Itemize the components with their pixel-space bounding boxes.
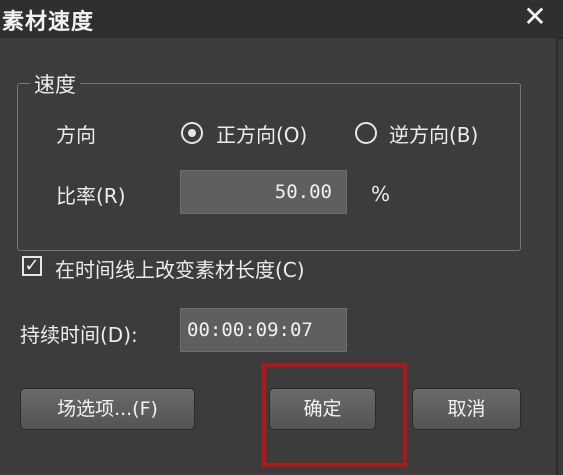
rate-label: 比率(R) [56,184,126,208]
speed-groupbox [17,83,521,251]
duration-label: 持续时间(D): [20,323,138,347]
close-icon[interactable]: ✕ [516,0,554,36]
speed-group-legend: 速度 [30,69,80,99]
duration-input[interactable]: 00:00:09:07 [180,308,347,352]
cancel-button[interactable]: 取消 [412,388,521,430]
field-options-button[interactable]: 场选项...(F) [20,388,195,430]
timeline-length-label[interactable]: 在时间线上改变素材长度(C) [55,254,305,283]
rate-unit: % [371,182,391,206]
direction-label: 方向 [56,123,96,147]
window-title: 素材速度 [2,10,95,35]
forward-radio[interactable] [181,122,203,144]
rate-input[interactable]: 50.00 [180,170,347,214]
forward-radio-label[interactable]: 正方向(O) [216,119,307,148]
reverse-radio[interactable] [355,122,377,144]
reverse-radio-label[interactable]: 逆方向(B) [389,119,478,148]
timeline-length-checkbox[interactable]: ✓ [22,256,42,276]
ok-button[interactable]: 确定 [269,388,376,430]
title-bar: 素材速度 ✕ [0,0,563,39]
